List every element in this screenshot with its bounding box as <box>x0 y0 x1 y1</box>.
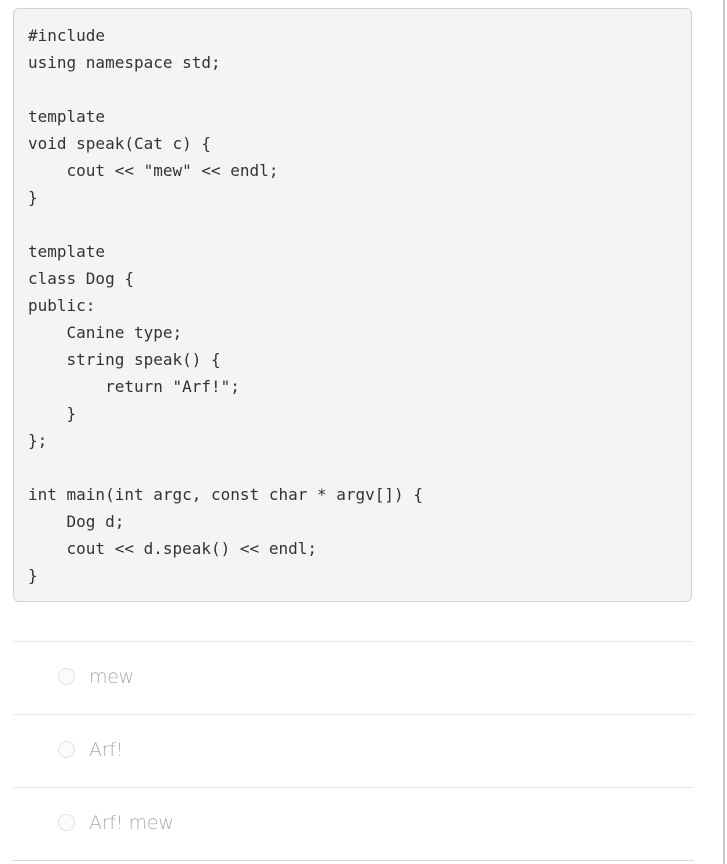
code-line: cout << d.speak() << endl; <box>28 539 317 558</box>
code-line: } <box>28 188 38 207</box>
answer-options: mew Arf! Arf! mew <box>13 641 694 861</box>
answer-option-mew[interactable]: mew <box>13 641 694 714</box>
radio-button[interactable] <box>58 668 75 685</box>
option-label: mew <box>89 666 134 688</box>
code-listing: #include using namespace std; template void… <box>28 22 677 589</box>
radio-button[interactable] <box>58 814 75 831</box>
code-line: using namespace std; <box>28 53 221 72</box>
option-label: Arf! <box>89 739 123 761</box>
code-line: return "Arf!"; <box>28 377 240 396</box>
code-line: } <box>28 404 77 423</box>
code-line: string speak() { <box>28 350 221 369</box>
code-line: Canine type; <box>28 323 183 342</box>
answer-option-arf-mew[interactable]: Arf! mew <box>13 787 694 861</box>
code-line: #include <box>28 26 106 45</box>
code-block: #include using namespace std; template void… <box>13 8 692 602</box>
option-label: Arf! mew <box>89 812 174 834</box>
scrollbar-edge <box>723 0 725 864</box>
code-line: template <box>28 107 106 126</box>
code-line: int main(int argc, const char * argv[]) … <box>28 485 423 504</box>
code-line: } <box>28 566 38 585</box>
code-line: Dog d; <box>28 512 125 531</box>
code-line: public: <box>28 296 96 315</box>
code-line: }; <box>28 431 48 450</box>
code-line: class Dog { <box>28 269 134 288</box>
code-line: void speak(Cat c) { <box>28 134 212 153</box>
answer-option-arf[interactable]: Arf! <box>13 714 694 787</box>
code-line: template <box>28 242 106 261</box>
radio-button[interactable] <box>58 741 75 758</box>
code-line: cout << "mew" << endl; <box>28 161 279 180</box>
